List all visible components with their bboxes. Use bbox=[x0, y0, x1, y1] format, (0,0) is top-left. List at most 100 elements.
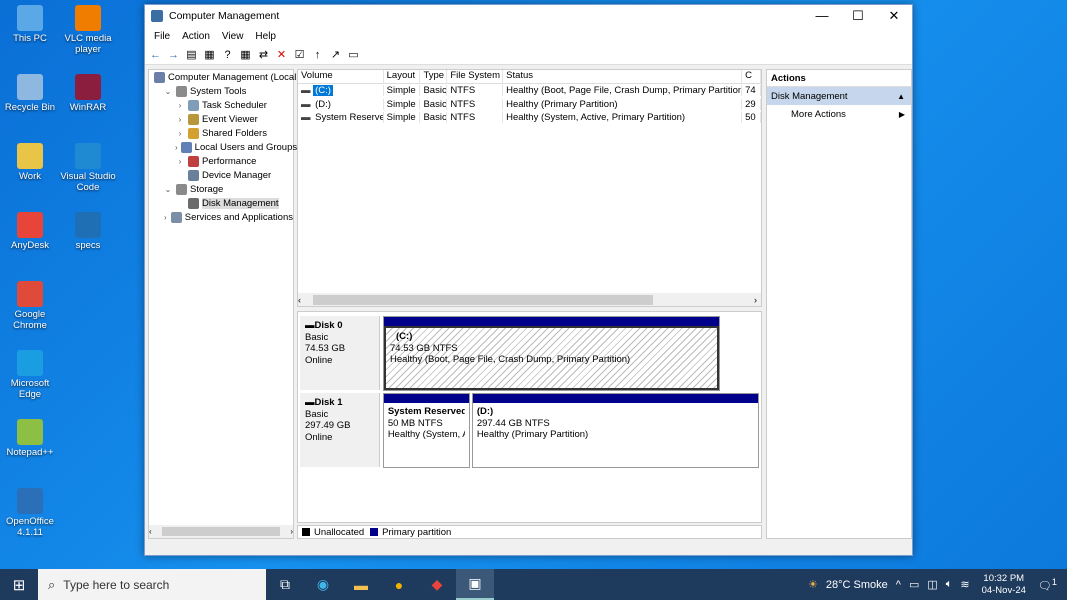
column-header[interactable]: Type bbox=[420, 70, 448, 83]
menu-file[interactable]: File bbox=[148, 31, 176, 42]
disk-label[interactable]: ▬Disk 0 Basic 74.53 GB Online bbox=[300, 316, 380, 390]
desktop-icon[interactable]: Work bbox=[0, 143, 60, 182]
menu-help[interactable]: Help bbox=[249, 31, 282, 42]
partition-block[interactable]: System Reserved 50 MB NTFS Healthy (System… bbox=[382, 393, 470, 468]
tree-item[interactable]: › Event Viewer bbox=[149, 112, 293, 126]
expand-chevron-icon[interactable]: › bbox=[163, 213, 168, 222]
tree-item-label: Performance bbox=[202, 155, 257, 167]
actions-section-disk-management[interactable]: Disk Management ▲ bbox=[767, 87, 911, 105]
partition-block[interactable]: (D:) 297.44 GB NTFS Healthy (Primary Parti… bbox=[471, 393, 759, 468]
volume-row[interactable]: ▬ (C:) Simple Basic NTFS Healthy (Boot, Page… bbox=[298, 84, 761, 98]
desktop-icon-label: AnyDesk bbox=[10, 240, 49, 251]
chrome-icon: ● bbox=[394, 576, 404, 593]
volume-icon[interactable]: 🔈︎ bbox=[946, 578, 953, 591]
tree-item[interactable]: Computer Management (Local bbox=[149, 70, 296, 84]
scroll-right-icon[interactable]: › bbox=[290, 527, 293, 536]
column-header[interactable]: Layout bbox=[384, 70, 421, 83]
desktop-icon[interactable]: OpenOffice 4.1.11 bbox=[0, 488, 60, 538]
partition-block[interactable]: (C:) 74.53 GB NTFS Healthy (Boot, Page Fil… bbox=[383, 316, 720, 391]
properties-icon[interactable]: ▦ bbox=[202, 47, 217, 62]
console-icon[interactable]: ▭ bbox=[346, 47, 361, 62]
desktop-icon[interactable]: WinRAR bbox=[58, 74, 118, 113]
desktop-icon[interactable]: Recycle Bin bbox=[0, 74, 60, 113]
start-button[interactable]: ⊞ bbox=[0, 576, 38, 594]
column-header[interactable]: File System bbox=[447, 70, 504, 83]
help-icon[interactable]: ? bbox=[220, 47, 235, 62]
expand-chevron-icon[interactable]: ⌄ bbox=[163, 185, 173, 194]
connect-icon[interactable]: ⇄ bbox=[256, 47, 271, 62]
volume-list-horizontal-scrollbar[interactable]: ‹ › bbox=[298, 293, 761, 306]
taskbar-anydesk[interactable]: ◆ bbox=[418, 569, 456, 600]
tree-item[interactable]: › Shared Folders bbox=[149, 126, 293, 140]
show-hide-icon[interactable]: ▦ bbox=[238, 47, 253, 62]
clock[interactable]: 10:32 PM 04-Nov-24 bbox=[982, 573, 1026, 597]
desktop-icon[interactable]: Visual Studio Code bbox=[58, 143, 118, 193]
minimize-button[interactable]: — bbox=[804, 8, 840, 24]
wizard-icon[interactable]: ↗ bbox=[328, 47, 343, 62]
desktop-icon[interactable]: Notepad++ bbox=[0, 419, 60, 458]
column-header[interactable]: Volume bbox=[298, 70, 384, 83]
battery-icon[interactable]: ▭ bbox=[909, 578, 919, 591]
delete-icon[interactable]: ✕ bbox=[274, 47, 289, 62]
disk-label[interactable]: ▬Disk 1 Basic 297.49 GB Online bbox=[300, 393, 380, 467]
partition-name: (C:) bbox=[396, 331, 413, 342]
notifications-button[interactable]: 🗨︎1 bbox=[1038, 577, 1057, 593]
expand-chevron-icon[interactable]: › bbox=[175, 101, 185, 110]
taskbar-chrome[interactable]: ● bbox=[380, 569, 418, 600]
taskbar-search[interactable]: ⌕ Type here to search bbox=[38, 569, 266, 600]
network-icon[interactable]: ◫ bbox=[927, 578, 937, 591]
expand-chevron-icon[interactable]: › bbox=[175, 115, 185, 124]
expand-chevron-icon[interactable]: › bbox=[175, 143, 178, 152]
tree-item[interactable]: Device Manager bbox=[149, 168, 293, 182]
taskbar-edge[interactable]: ◉ bbox=[304, 569, 342, 600]
notification-count: 1 bbox=[1051, 576, 1057, 587]
weather-text[interactable]: 28°C Smoke bbox=[826, 579, 888, 591]
tree-item[interactable]: ⌄ Storage bbox=[149, 182, 293, 196]
volume-row[interactable]: ▬ (D:) Simple Basic NTFS Healthy (Primary Pa… bbox=[298, 98, 761, 112]
tree-item[interactable]: › Performance bbox=[149, 154, 293, 168]
volume-cell: Simple bbox=[384, 98, 421, 110]
tree-item[interactable]: Disk Management bbox=[149, 196, 293, 210]
tree-horizontal-scrollbar[interactable]: ‹ › bbox=[149, 525, 293, 538]
desktop-icon[interactable]: AnyDesk bbox=[0, 212, 60, 251]
expand-chevron-icon[interactable]: › bbox=[175, 157, 185, 166]
desktop-icon-label: Notepad++ bbox=[6, 447, 54, 458]
task-view-button[interactable]: ⧉ bbox=[266, 569, 304, 600]
disk-name: Disk 0 bbox=[314, 320, 343, 331]
back-icon[interactable]: ← bbox=[148, 47, 163, 62]
taskbar-computer-management[interactable]: ▣ bbox=[456, 569, 494, 600]
desktop-icon[interactable]: This PC bbox=[0, 5, 60, 44]
windows-logo-icon: ⊞ bbox=[12, 576, 26, 594]
close-button[interactable]: ✕ bbox=[876, 8, 912, 24]
volume-row[interactable]: ▬ System Reserved Simple Basic NTFS Healthy … bbox=[298, 111, 761, 125]
scroll-left-icon[interactable]: ‹ bbox=[149, 527, 152, 536]
scroll-left-icon[interactable]: ‹ bbox=[298, 295, 301, 305]
expand-chevron-icon[interactable]: ⌄ bbox=[163, 87, 173, 96]
export-icon[interactable]: ↑ bbox=[310, 47, 325, 62]
column-header[interactable]: Status bbox=[503, 70, 743, 83]
desktop-icon[interactable]: Microsoft Edge bbox=[0, 350, 60, 400]
collapse-icon[interactable]: ▲ bbox=[897, 92, 905, 101]
desktop-icon[interactable]: specs bbox=[58, 212, 118, 251]
more-actions-item[interactable]: More Actions ▶ bbox=[767, 105, 911, 123]
maximize-button[interactable]: ☐ bbox=[840, 8, 876, 24]
tree-item[interactable]: ⌄ System Tools bbox=[149, 84, 293, 98]
menu-action[interactable]: Action bbox=[176, 31, 216, 42]
column-header[interactable]: C bbox=[742, 70, 761, 83]
partition-size: 74.53 GB NTFS bbox=[390, 342, 458, 354]
tree-item[interactable]: › Local Users and Groups bbox=[149, 140, 297, 154]
menu-view[interactable]: View bbox=[216, 31, 250, 42]
desktop-icon[interactable]: VLC media player bbox=[58, 5, 118, 55]
checklist-icon[interactable]: ☑ bbox=[292, 47, 307, 62]
scroll-right-icon[interactable]: › bbox=[754, 295, 757, 305]
wifi-icon[interactable]: ≋ bbox=[960, 578, 969, 591]
forward-icon[interactable]: → bbox=[166, 47, 181, 62]
tray-overflow-icon[interactable]: ^ bbox=[896, 579, 901, 591]
tree-item[interactable]: › Task Scheduler bbox=[149, 98, 293, 112]
disk-map: ▬Disk 0 Basic 74.53 GB Online (C:) 74.53 GB N… bbox=[297, 311, 762, 523]
taskbar-file-explorer[interactable]: ▬ bbox=[342, 569, 380, 600]
desktop-icon[interactable]: Google Chrome bbox=[0, 281, 60, 331]
expand-chevron-icon[interactable]: › bbox=[175, 129, 185, 138]
up-icon[interactable]: ▤ bbox=[184, 47, 199, 62]
tree-item[interactable]: › Services and Applications bbox=[149, 210, 293, 224]
